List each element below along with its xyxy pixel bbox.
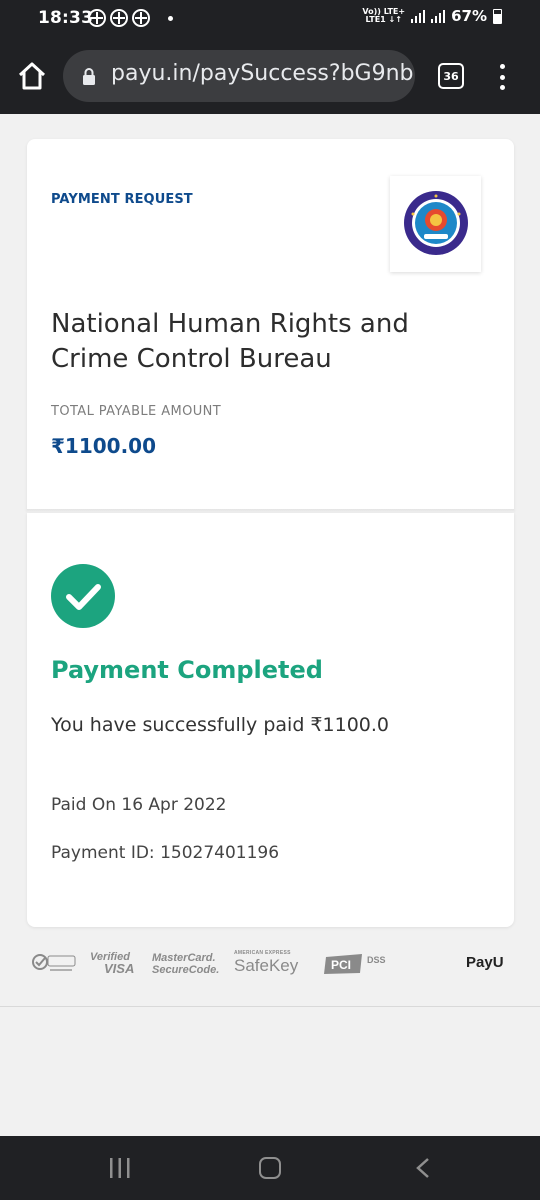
signal-icon (411, 9, 426, 23)
navigation-bar (0, 1136, 540, 1200)
trust-badges: Verified VISA MasterCard. SecureCode. AM… (0, 950, 540, 980)
mastercard-securecode-logo: MasterCard. SecureCode. (152, 952, 220, 976)
merchant-name: National Human Rights and Crime Control … (51, 309, 409, 374)
signal-icon (431, 9, 446, 23)
total-amount: ₹1100.00 (51, 434, 157, 458)
merchant-seal-icon (404, 191, 468, 255)
verified-by-visa-logo: Verified VISA (90, 951, 135, 976)
more-notifications-icon (168, 15, 173, 21)
network-type-indicator: Vo)) LTE+ LTE1 ↓↑ (362, 8, 405, 24)
status-right: Vo)) LTE+ LTE1 ↓↑ 67% (362, 7, 502, 25)
payment-request-label: PAYMENT REQUEST (51, 192, 193, 207)
battery-icon (493, 8, 502, 24)
more-vert-icon (499, 64, 505, 69)
total-payable-label: TOTAL PAYABLE AMOUNT (51, 404, 222, 419)
tab-switcher-button[interactable]: 36 (438, 63, 464, 89)
status-time: 18:33 (38, 8, 94, 28)
success-check-icon (51, 564, 115, 628)
pci-dss-logo: PCI DSS (324, 953, 388, 975)
more-menu-button[interactable] (496, 64, 508, 90)
lock-icon (83, 68, 95, 85)
home-icon (18, 62, 46, 90)
amex-safekey-logo: AMERICAN EXPRESS SafeKey (234, 950, 299, 975)
recent-apps-button[interactable] (109, 1158, 131, 1178)
home-button[interactable] (14, 58, 50, 94)
payment-status-message: You have successfully paid ₹1100.0 (51, 714, 389, 736)
notification-grid-icon (88, 9, 106, 27)
notification-icons (88, 9, 173, 27)
payment-status-card: Payment Completed You have successfully … (27, 513, 514, 927)
empty-area (0, 1006, 540, 1136)
home-nav-button[interactable] (259, 1157, 281, 1179)
svg-text:PCI: PCI (331, 958, 351, 972)
payment-request-card: PAYMENT REQUEST National Human Rights an… (27, 139, 514, 511)
notification-grid-icon (132, 9, 150, 27)
paid-on-date: Paid On 16 Apr 2022 (51, 795, 227, 815)
address-bar[interactable]: payu.in/paySuccess?bG9nb (63, 50, 415, 102)
norton-secured-logo (32, 954, 76, 971)
battery-percent: 67% (451, 7, 487, 25)
payment-status-title: Payment Completed (51, 656, 323, 684)
notification-grid-icon (110, 9, 128, 27)
browser-toolbar: payu.in/paySuccess?bG9nb 36 (0, 38, 540, 114)
status-bar: 18:33 Vo)) LTE+ LTE1 ↓↑ 67% (0, 0, 540, 38)
back-button[interactable] (414, 1157, 432, 1179)
payu-logo: PayU (466, 954, 504, 971)
payment-id: Payment ID: 15027401196 (51, 843, 280, 863)
url-text: payu.in/paySuccess?bG9nb (111, 61, 414, 86)
merchant-logo (390, 176, 481, 272)
network-type-bottom: LTE1 ↓↑ (365, 15, 402, 24)
